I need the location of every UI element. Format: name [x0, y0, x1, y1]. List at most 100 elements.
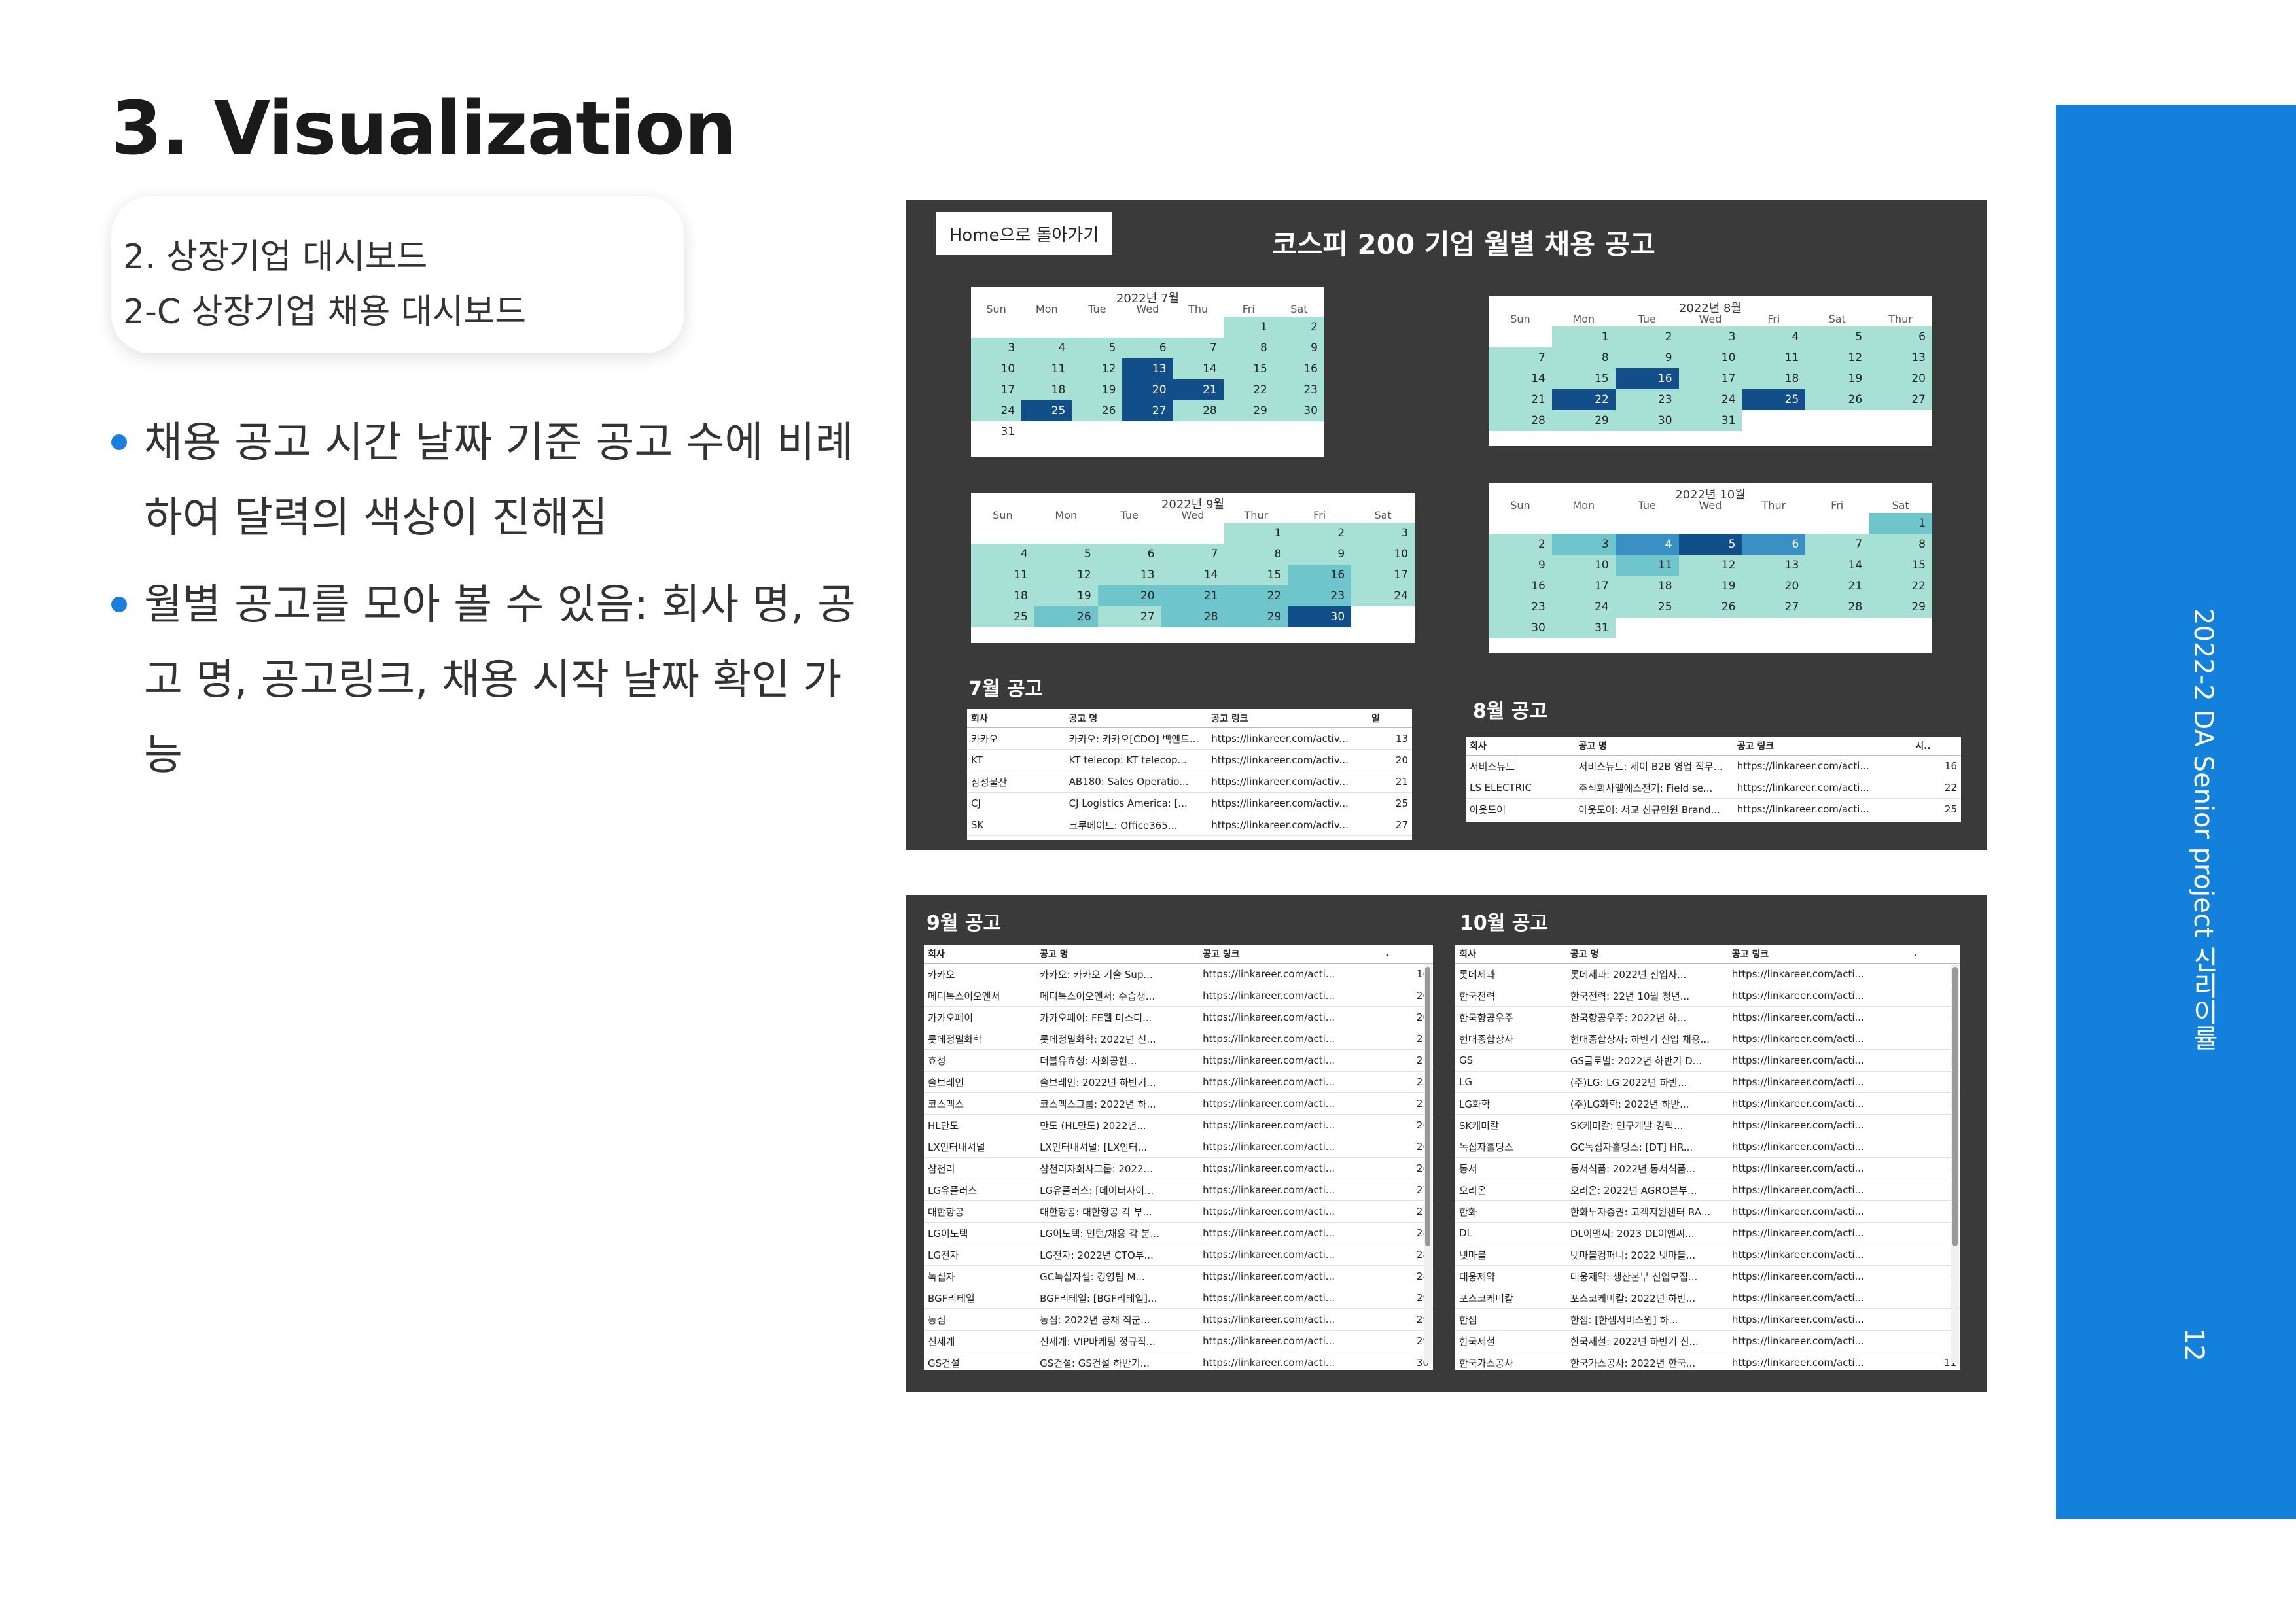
- calendar-day-cell[interactable]: 4: [1021, 338, 1072, 358]
- calendar-day-cell[interactable]: 22: [1551, 389, 1616, 410]
- calendar-day-cell[interactable]: 21: [1489, 389, 1552, 410]
- calendar-day-cell[interactable]: 30: [1615, 410, 1679, 431]
- calendar-day-cell[interactable]: 6: [1742, 534, 1806, 555]
- calendar-day-cell[interactable]: 11: [1742, 347, 1806, 368]
- calendar-day-cell[interactable]: 8: [1551, 347, 1616, 368]
- calendar-day-cell[interactable]: 19: [1805, 368, 1869, 389]
- job-link-cell[interactable]: https://linkareer.com/acti...: [1727, 1244, 1910, 1266]
- calendar-day-cell[interactable]: 15: [1869, 555, 1932, 576]
- job-link-cell[interactable]: https://linkareer.com/acti...: [1199, 1071, 1383, 1093]
- calendar-day-cell[interactable]: 30: [1273, 400, 1324, 421]
- table-row[interactable]: DL DL이앤씨: 2023 DL이앤씨... https://linkareer.…: [1455, 1222, 1960, 1244]
- calendar-day-cell[interactable]: 15: [1551, 368, 1616, 389]
- calendar-day-cell[interactable]: 29: [1223, 400, 1274, 421]
- calendar-day-cell[interactable]: 26: [1805, 389, 1869, 410]
- job-link-cell[interactable]: https://linkareer.com/acti...: [1199, 1049, 1383, 1072]
- job-link-cell[interactable]: https://linkareer.com/acti...: [1199, 1179, 1383, 1201]
- calendar-day-cell[interactable]: 31: [1551, 618, 1616, 638]
- calendar-day-cell[interactable]: 7: [1161, 544, 1225, 565]
- calendar-day-cell[interactable]: 25: [1615, 597, 1679, 618]
- table-row[interactable]: 아웃도어 아웃도어: 서교 신규인원 Brand... https://linkar…: [1466, 798, 1961, 820]
- job-link-cell[interactable]: https://linkareer.com/activ...: [1207, 792, 1368, 814]
- calendar-day-cell[interactable]: 8: [1223, 338, 1274, 358]
- calendar-day-cell[interactable]: 21: [1805, 576, 1869, 597]
- column-header[interactable]: .: [1382, 945, 1433, 964]
- calendar-day-cell[interactable]: 22: [1869, 576, 1932, 597]
- calendar-day-cell[interactable]: 1: [1224, 523, 1288, 544]
- job-link-cell[interactable]: https://linkareer.com/acti...: [1199, 1352, 1383, 1370]
- calendar-day-cell[interactable]: 16: [1615, 368, 1679, 389]
- job-link-cell[interactable]: https://linkareer.com/acti...: [1727, 1330, 1910, 1352]
- calendar-day-cell[interactable]: 28: [1805, 597, 1869, 618]
- job-link-cell[interactable]: https://linkareer.com/acti...: [1727, 1265, 1910, 1287]
- calendar-day-cell[interactable]: 17: [1551, 576, 1616, 597]
- table-row[interactable]: 신세계 신세계: VIP마케팅 정규직... https://linkareer.c…: [924, 1330, 1433, 1352]
- table-row[interactable]: 코스맥스 코스맥스그룹: 2022년 하... https://linkareer.…: [924, 1092, 1433, 1115]
- table-row[interactable]: 롯데정밀화학 롯데정밀화학: 2022년 신... https://linkaree…: [924, 1028, 1433, 1050]
- table-row[interactable]: LX인터내셔널 LX인터내셔널: [LX인터... https://linkaree…: [924, 1136, 1433, 1158]
- job-link-cell[interactable]: https://linkareer.com/acti...: [1199, 1006, 1383, 1028]
- calendar-day-cell[interactable]: 13: [1742, 555, 1806, 576]
- september-jobs-table[interactable]: 회사 공고 명 공고 링크. 카카오 카카오: 카카오 기술 Sup... https:/…: [924, 945, 1433, 1370]
- table-scrollbar[interactable]: [1424, 964, 1432, 1363]
- calendar-day-cell[interactable]: 26: [1678, 597, 1742, 618]
- table-row[interactable]: LG이노텍 LG이노텍: 인턴/채용 각 분... https://linkaree…: [924, 1222, 1433, 1244]
- job-link-cell[interactable]: https://linkareer.com/acti...: [1727, 985, 1910, 1007]
- table-row[interactable]: 오리온 오리온: 2022년 AGRO본부... https://linkareer…: [1455, 1179, 1960, 1201]
- calendar-day-cell[interactable]: 22: [1224, 585, 1288, 606]
- table-row[interactable]: 롯데제과 롯데제과: 2022년 신입사... https://linkareer.…: [1455, 963, 1960, 985]
- table-row[interactable]: 카카오 카카오: 카카오[CDO] 백엔드... https://linkareer…: [967, 727, 1412, 750]
- table-row[interactable]: 한국제철 한국제철: 2022년 하반기 신... https://linkaree…: [1455, 1330, 1960, 1352]
- job-link-cell[interactable]: https://linkareer.com/acti...: [1727, 1114, 1910, 1136]
- calendar-day-cell[interactable]: 20: [1097, 585, 1161, 606]
- job-link-cell[interactable]: https://linkareer.com/acti...: [1199, 1287, 1383, 1309]
- job-link-cell[interactable]: https://linkareer.com/acti...: [1727, 1049, 1910, 1072]
- calendar-day-cell[interactable]: 18: [1615, 576, 1679, 597]
- calendar-day-cell[interactable]: 15: [1223, 358, 1274, 379]
- calendar-day-cell[interactable]: 10: [1551, 555, 1616, 576]
- calendar-day-cell[interactable]: 17: [1678, 368, 1742, 389]
- job-link-cell[interactable]: https://linkareer.com/acti...: [1199, 1092, 1383, 1115]
- table-row[interactable]: 한샘 한샘: [한샘서비스원] 하... https://linkareer.com…: [1455, 1308, 1960, 1331]
- calendar-day-cell[interactable]: 23: [1273, 379, 1324, 400]
- column-header[interactable]: 회사: [924, 945, 1036, 964]
- calendar-day-cell[interactable]: 4: [1615, 534, 1679, 555]
- calendar-day-cell[interactable]: 9: [1273, 338, 1324, 358]
- calendar-day-cell[interactable]: 24: [1551, 597, 1616, 618]
- column-header[interactable]: 공고 링크: [1199, 945, 1383, 964]
- table-row[interactable]: LS ELECTRIC 주식회사엘에스전기: Field se... https:/…: [1466, 777, 1961, 799]
- job-link-cell[interactable]: https://linkareer.com/acti...: [1727, 963, 1910, 985]
- table-row[interactable]: 서비스뉴트 서비스뉴트: 세이 B2B 영업 직무... https://linka…: [1466, 755, 1961, 777]
- table-row[interactable]: 한화 한화투자증권: 고객지원센터 RA... https://linkareer.…: [1455, 1200, 1960, 1223]
- column-header[interactable]: 공고 명: [1036, 945, 1199, 964]
- column-header[interactable]: 공고 링크: [1207, 709, 1368, 728]
- column-header[interactable]: 공고 명: [1065, 709, 1208, 728]
- table-row[interactable]: LG (주)LG: LG 2022년 하반... https://linkareer…: [1455, 1071, 1960, 1093]
- job-link-cell[interactable]: https://linkareer.com/acti...: [1727, 1287, 1910, 1309]
- calendar-day-cell[interactable]: 9: [1288, 544, 1352, 565]
- table-row[interactable]: GS GS글로벌: 2022년 하반기 D... https://linkareer…: [1455, 1049, 1960, 1072]
- calendar-day-cell[interactable]: 30: [1288, 606, 1352, 627]
- table-row[interactable]: 삼천리 삼천리자회사그룹: 2022... https://linkareer.co…: [924, 1157, 1433, 1179]
- table-row[interactable]: GS건설 GS건설: GS건설 하반기... https://linkareer.c…: [924, 1352, 1433, 1370]
- table-row[interactable]: 카카오 카카오: 카카오 기술 Sup... https://linkareer.c…: [924, 963, 1433, 985]
- calendar-day-cell[interactable]: 5: [1072, 338, 1123, 358]
- job-link-cell[interactable]: https://linkareer.com/acti...: [1733, 777, 1912, 799]
- calendar-day-cell[interactable]: 31: [971, 421, 1021, 442]
- calendar-day-cell[interactable]: 3: [971, 338, 1022, 358]
- table-row[interactable]: 녹십자 GC녹십자셀: 경영팀 M... https://linkareer.com…: [924, 1265, 1433, 1287]
- calendar-day-cell[interactable]: 31: [1678, 410, 1742, 431]
- calendar-day-cell[interactable]: 28: [1489, 410, 1552, 431]
- column-header[interactable]: 공고 명: [1574, 737, 1733, 756]
- table-row[interactable]: 녹십자홀딩스 GC녹십자홀딩스: [DT] HR... https://linkar…: [1455, 1136, 1960, 1158]
- calendar-day-cell[interactable]: 9: [1489, 555, 1552, 576]
- job-link-cell[interactable]: https://linkareer.com/acti...: [1727, 1222, 1910, 1244]
- job-link-cell[interactable]: https://linkareer.com/acti...: [1733, 755, 1912, 777]
- column-header[interactable]: 공고 명: [1566, 945, 1728, 964]
- calendar-day-cell[interactable]: 30: [1489, 618, 1552, 638]
- table-row[interactable]: 한국전력 한국전력: 22년 10월 청년... https://linkareer…: [1455, 985, 1960, 1007]
- job-link-cell[interactable]: https://linkareer.com/acti...: [1733, 798, 1912, 820]
- scrollbar-thumb[interactable]: [1425, 967, 1430, 1246]
- job-link-cell[interactable]: https://linkareer.com/acti...: [1727, 1308, 1910, 1331]
- calendar-day-cell[interactable]: 24: [1351, 585, 1415, 606]
